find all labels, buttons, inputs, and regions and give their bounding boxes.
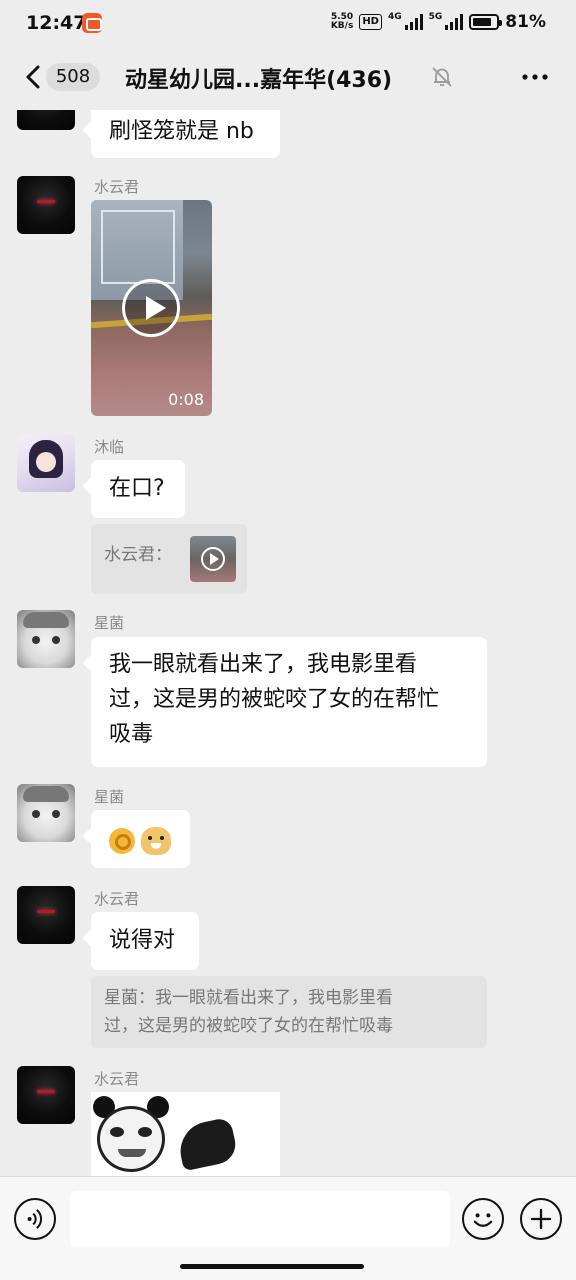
- chat-header: 508 动星幼儿园...嘉年华(436): [0, 44, 576, 110]
- quote-prefix: 水云君：: [104, 545, 172, 565]
- chat-title[interactable]: 动星幼儿园...嘉年华(436): [125, 62, 392, 94]
- home-indicator[interactable]: [180, 1264, 364, 1269]
- sender-name: 星菌: [94, 614, 125, 632]
- avatar[interactable]: [17, 1066, 75, 1124]
- app-notification-icon: [82, 13, 102, 33]
- sender-name: 水云君: [94, 890, 140, 908]
- voice-icon[interactable]: [14, 1198, 56, 1240]
- video-message[interactable]: 0:08: [91, 200, 212, 416]
- avatar[interactable]: [17, 176, 75, 234]
- quote-video-thumbnail[interactable]: [190, 536, 236, 582]
- sender-name: 水云君: [94, 1070, 140, 1088]
- message-bubble[interactable]: 刷怪笼就是 nb: [91, 110, 280, 158]
- message-text-line: 吸毒: [109, 722, 154, 747]
- message-bubble[interactable]: 在口?: [91, 460, 185, 518]
- status-bar: 12:47 5.50 KB/s HD 4G 5G 81%: [0, 0, 576, 48]
- battery-percent: 81%: [505, 12, 546, 32]
- message-text-line: 过，这是男的被蛇咬了女的在帮忙: [109, 687, 440, 712]
- panda-hand: [175, 1116, 239, 1172]
- message-bubble[interactable]: 我一眼就看出来了，我电影里看 过，这是男的被蛇咬了女的在帮忙 吸毒: [91, 637, 487, 767]
- network-type-1: 4G: [387, 12, 402, 22]
- unread-count-badge[interactable]: 508: [46, 63, 100, 91]
- message-input[interactable]: [70, 1191, 450, 1247]
- hd-voice-badge: HD: [359, 14, 382, 30]
- sender-name: 星菌: [94, 788, 125, 806]
- message-text: 在口?: [109, 476, 165, 501]
- network-speed-unit: KB/s: [330, 21, 354, 31]
- plus-icon[interactable]: [520, 1198, 562, 1240]
- avatar[interactable]: [17, 610, 75, 668]
- avatar[interactable]: [17, 434, 75, 492]
- panda-meme-sticker[interactable]: [91, 1092, 280, 1176]
- battery-level: [473, 18, 492, 26]
- sender-name: 沐临: [94, 438, 125, 456]
- status-indicators: 5.50 KB/s HD 4G 5G 81%: [331, 12, 546, 32]
- video-duration: 0:08: [168, 390, 204, 409]
- panda-face: [97, 1106, 165, 1172]
- message-text: 刷怪笼就是 nb: [109, 119, 254, 144]
- avatar[interactable]: [17, 110, 75, 130]
- quote-text-line: 过，这是男的被蛇咬了女的在帮忙吸毒: [104, 1016, 393, 1036]
- quoted-message[interactable]: 水云君：: [91, 524, 247, 594]
- network-type-2: 5G: [428, 12, 443, 22]
- message-bubble[interactable]: [91, 810, 190, 868]
- message-text: 说得对: [109, 928, 176, 953]
- signal-bars-2-icon: [445, 14, 464, 30]
- network-speed: 5.50 KB/s: [331, 13, 353, 31]
- message-text-line: 我一眼就看出来了，我电影里看: [109, 652, 418, 677]
- ok-hand-emoji: [109, 828, 135, 854]
- play-icon: [201, 547, 225, 571]
- more-dots-icon[interactable]: [520, 66, 550, 88]
- message-list[interactable]: 刷怪笼就是 nb 水云君 0:08 沐临 在口? 水云君： 星菌 我一眼就看出来…: [0, 110, 576, 1176]
- status-time: 12:47: [26, 12, 87, 34]
- quoted-message[interactable]: 星菌：我一眼就看出来了，我电影里看 过，这是男的被蛇咬了女的在帮忙吸毒: [91, 976, 487, 1048]
- quote-text-line: 星菌：我一眼就看出来了，我电影里看: [104, 988, 393, 1008]
- avatar[interactable]: [17, 886, 75, 944]
- avatar[interactable]: [17, 784, 75, 842]
- sender-name: 水云君: [94, 178, 140, 196]
- battery-icon: [469, 14, 503, 30]
- bell-muted-icon: [432, 67, 452, 87]
- signal-bars-1-icon: [404, 14, 423, 30]
- message-bubble[interactable]: 说得对: [91, 912, 199, 970]
- doge-emoji: [141, 827, 171, 855]
- emoji-icon[interactable]: [462, 1198, 504, 1240]
- play-icon[interactable]: [122, 279, 180, 337]
